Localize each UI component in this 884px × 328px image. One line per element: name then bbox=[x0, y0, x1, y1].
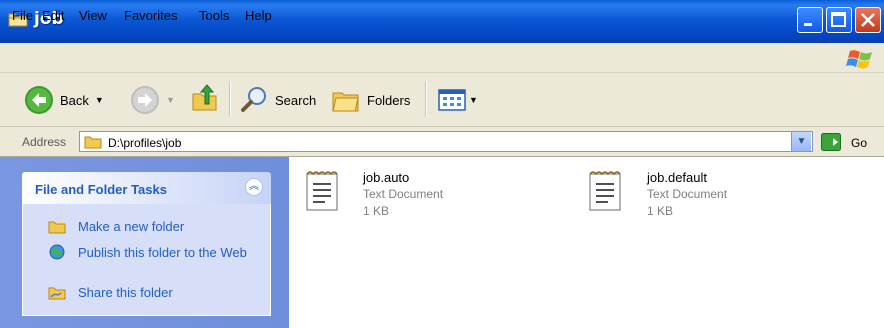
back-button[interactable]: Back ▼ bbox=[24, 85, 104, 115]
file-type: Text Document bbox=[363, 187, 444, 201]
search-label: Search bbox=[275, 92, 317, 108]
new-folder-icon bbox=[48, 219, 66, 234]
go-button[interactable]: Go bbox=[851, 136, 867, 150]
up-folder-icon[interactable] bbox=[190, 84, 220, 114]
toolbar-separator bbox=[425, 81, 426, 117]
text-document-icon[interactable] bbox=[304, 168, 340, 212]
menu-favorites[interactable]: Favorites bbox=[124, 8, 177, 23]
menu-view[interactable]: View bbox=[79, 8, 107, 23]
menu-tools[interactable]: Tools bbox=[199, 8, 229, 23]
publish-web-icon bbox=[49, 244, 65, 260]
task-share-folder[interactable]: Share this folder bbox=[78, 285, 258, 301]
menu-bar bbox=[0, 43, 884, 73]
toolbar-separator bbox=[229, 81, 230, 117]
minimize-button[interactable] bbox=[797, 7, 823, 33]
text-document-icon[interactable] bbox=[587, 168, 623, 212]
back-arrow-icon bbox=[25, 86, 53, 114]
folder-icon bbox=[84, 136, 102, 149]
chevron-down-icon: ▼ bbox=[796, 136, 807, 147]
task-publish-folder[interactable]: Publish this folder to the Web bbox=[78, 245, 258, 261]
task-panel-title: File and Folder Tasks bbox=[35, 182, 167, 197]
file-type: Text Document bbox=[647, 187, 728, 201]
search-button[interactable]: Search bbox=[239, 85, 316, 115]
menu-help[interactable]: Help bbox=[245, 8, 272, 23]
file-size: 1 KB bbox=[647, 204, 674, 218]
folders-icon bbox=[332, 92, 359, 112]
minimize-icon bbox=[804, 23, 812, 26]
maximize-icon bbox=[831, 12, 846, 27]
go-arrow-icon[interactable] bbox=[821, 133, 841, 151]
forward-dropdown-icon[interactable]: ▼ bbox=[166, 95, 175, 105]
back-dropdown-icon[interactable]: ▼ bbox=[95, 95, 104, 105]
collapse-button[interactable]: ︽ bbox=[245, 178, 263, 196]
folders-button[interactable]: Folders bbox=[331, 85, 410, 115]
file-name[interactable]: job.auto bbox=[363, 170, 409, 185]
menu-edit[interactable]: Edit bbox=[42, 8, 64, 23]
share-folder-icon bbox=[48, 287, 66, 300]
explorer-window: job File Edit View Favorites Tools Help … bbox=[0, 0, 884, 328]
back-label: Back bbox=[60, 92, 89, 108]
file-name[interactable]: job.default bbox=[647, 170, 707, 185]
views-dropdown-icon[interactable]: ▼ bbox=[469, 95, 478, 105]
address-label: Address bbox=[22, 135, 67, 149]
search-icon bbox=[241, 87, 266, 112]
file-size: 1 KB bbox=[363, 204, 390, 218]
address-input[interactable] bbox=[79, 131, 813, 152]
close-icon bbox=[861, 13, 875, 27]
views-icon bbox=[438, 89, 466, 111]
forward-button[interactable]: ▼ bbox=[130, 85, 175, 115]
address-dropdown-button[interactable]: ▼ bbox=[791, 132, 811, 151]
menu-file[interactable]: File bbox=[12, 8, 33, 23]
maximize-button[interactable] bbox=[826, 7, 852, 33]
views-button[interactable]: ▼ bbox=[438, 89, 478, 111]
forward-arrow-icon bbox=[131, 86, 159, 114]
folders-label: Folders bbox=[367, 92, 411, 108]
windows-logo-icon bbox=[846, 50, 872, 69]
close-button[interactable] bbox=[855, 7, 881, 33]
chevron-up-icon: ︽ bbox=[249, 181, 259, 192]
task-make-new-folder[interactable]: Make a new folder bbox=[78, 219, 258, 235]
address-path: D:\profiles\job bbox=[108, 136, 182, 150]
